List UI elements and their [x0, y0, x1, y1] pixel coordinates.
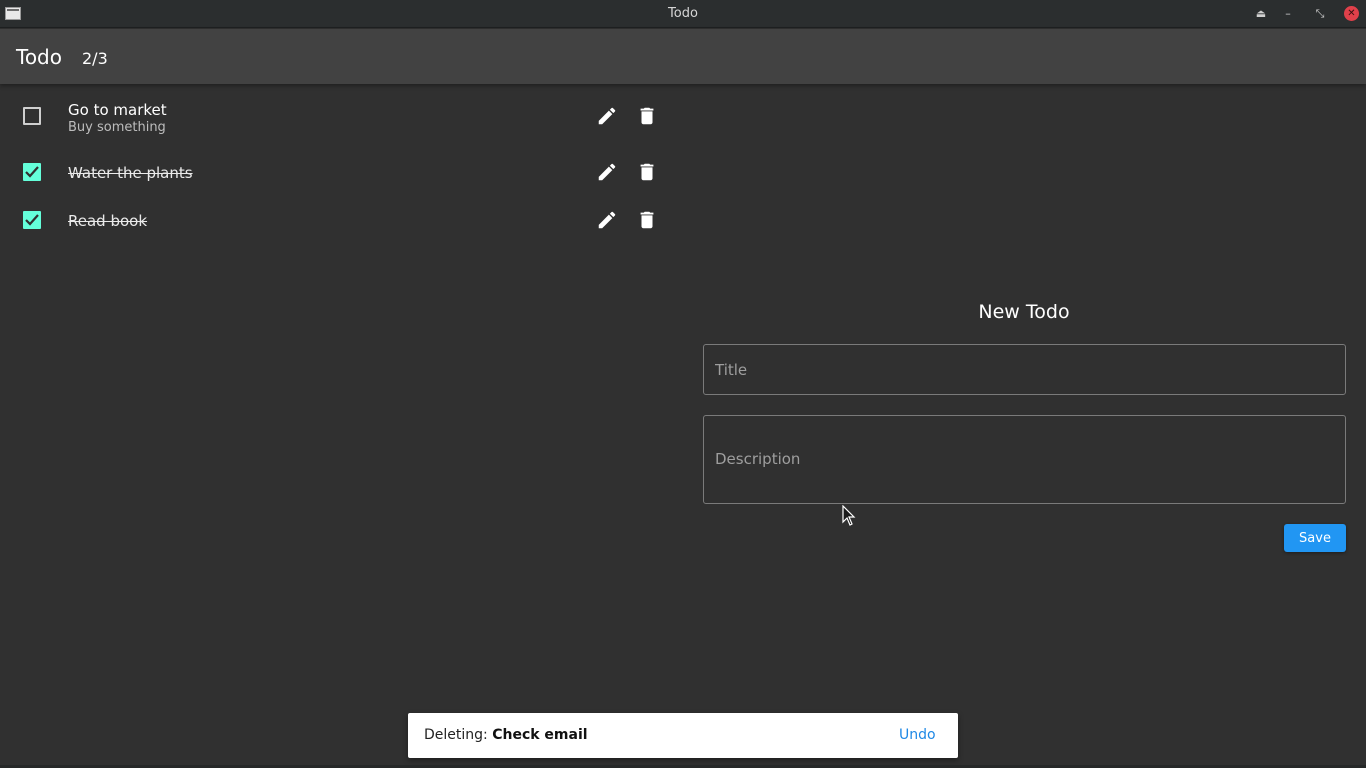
title-input[interactable] [704, 345, 1345, 394]
todo-title: Read book [68, 212, 148, 230]
form-heading: New Todo [978, 301, 1070, 323]
todo-checkbox[interactable] [23, 107, 41, 125]
app-bar: Todo 2/3 [0, 29, 1366, 84]
minimize-icon[interactable]: – [1280, 6, 1296, 22]
todo-checkbox-checked[interactable] [23, 211, 41, 229]
description-input[interactable] [704, 416, 1345, 503]
restore-icon[interactable]: ⤡ [1312, 6, 1328, 22]
todo-title: Go to market [68, 101, 167, 119]
checkmark-icon [25, 214, 39, 226]
edit-icon[interactable] [596, 105, 618, 127]
keep-above-icon[interactable]: ⏏ [1253, 6, 1269, 22]
edit-icon[interactable] [596, 209, 618, 231]
undo-button[interactable]: Undo [899, 727, 936, 743]
todo-item: Go to market Buy something [0, 100, 680, 140]
edit-icon[interactable] [596, 161, 618, 183]
description-field[interactable] [703, 415, 1346, 504]
app-title: Todo [16, 45, 62, 69]
close-icon[interactable]: ✕ [1344, 6, 1359, 21]
checkmark-icon [25, 166, 39, 178]
window-titlebar: Todo ⏏ – ⤡ ✕ [0, 0, 1366, 28]
todo-title: Water the plants [68, 164, 193, 182]
snackbar-prefix: Deleting: [424, 727, 493, 743]
todo-item: Read book [0, 206, 680, 236]
todo-description: Buy something [68, 120, 166, 135]
todo-checkbox-checked[interactable] [23, 163, 41, 181]
title-field[interactable] [703, 344, 1346, 395]
snackbar: Deleting: Check email Undo [408, 713, 958, 758]
todo-counter: 2/3 [82, 49, 108, 68]
delete-icon[interactable] [636, 209, 658, 231]
save-button[interactable]: Save [1284, 524, 1346, 552]
snackbar-message: Deleting: Check email [424, 727, 588, 743]
snackbar-item: Check email [492, 727, 588, 743]
mouse-cursor-icon [842, 505, 856, 526]
todo-item: Water the plants [0, 158, 680, 188]
delete-icon[interactable] [636, 105, 658, 127]
delete-icon[interactable] [636, 161, 658, 183]
window-title: Todo [668, 6, 698, 21]
